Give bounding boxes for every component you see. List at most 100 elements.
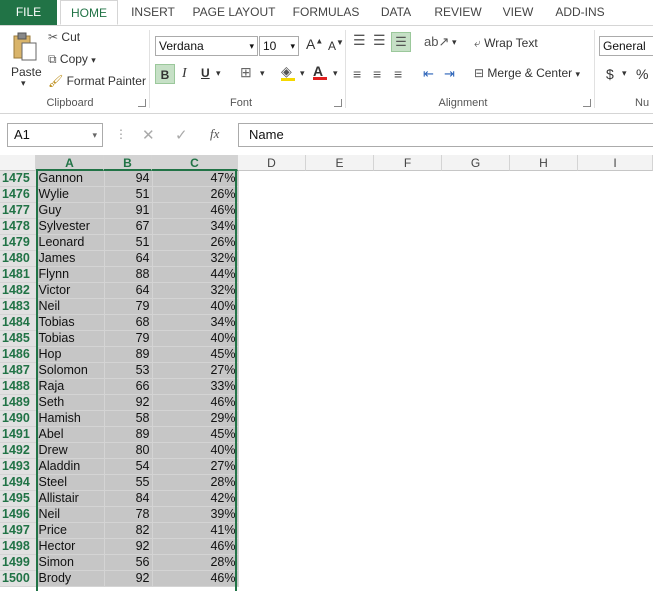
cell-name[interactable]: Drew [36, 442, 105, 459]
alignment-launcher-icon[interactable] [583, 99, 591, 107]
row-header[interactable]: 1480 [0, 250, 37, 267]
cell-name[interactable]: Allistair [36, 490, 105, 507]
column-header-g[interactable]: G [442, 155, 510, 171]
cell-percent[interactable]: 33% [152, 378, 239, 395]
cell-percent[interactable]: 27% [152, 362, 239, 379]
row-header[interactable]: 1491 [0, 426, 37, 443]
row-header[interactable]: 1498 [0, 538, 37, 555]
cell-percent[interactable]: 28% [152, 554, 239, 571]
cell-score[interactable]: 78 [104, 506, 153, 523]
font-name-select[interactable]: Verdana ▾ [155, 36, 258, 56]
cell-name[interactable]: Brody [36, 570, 105, 587]
format-painter-button[interactable]: 🖌 Format Painter [48, 74, 146, 88]
currency-button[interactable]: $ [606, 66, 614, 82]
cell-percent[interactable]: 42% [152, 490, 239, 507]
column-header-i[interactable]: I [578, 155, 653, 171]
cell-percent[interactable]: 41% [152, 522, 239, 539]
row-header[interactable]: 1481 [0, 266, 37, 283]
cell-name[interactable]: Seth [36, 394, 105, 411]
row-header[interactable]: 1497 [0, 522, 37, 539]
cell-name[interactable]: Raja [36, 378, 105, 395]
cell-percent[interactable]: 45% [152, 346, 239, 363]
decrease-font-size-icon[interactable]: A▼ [328, 38, 344, 53]
tab-formulas[interactable]: FORMULAS [290, 0, 362, 25]
increase-font-size-icon[interactable]: A▲ [306, 36, 323, 52]
column-header-b[interactable]: B [104, 155, 152, 171]
increase-indent-icon[interactable]: ⇥ [444, 66, 455, 82]
tab-home[interactable]: HOME [60, 0, 118, 25]
cell-score[interactable]: 92 [104, 394, 153, 411]
cell-percent[interactable]: 27% [152, 458, 239, 475]
cell-score[interactable]: 53 [104, 362, 153, 379]
chevron-down-icon[interactable]: ▾ [300, 68, 305, 79]
cell-score[interactable]: 56 [104, 554, 153, 571]
row-header[interactable]: 1488 [0, 378, 37, 395]
orientation-icon[interactable]: ab↗ [424, 34, 449, 50]
number-format-select[interactable]: General [599, 36, 653, 56]
tab-add-ins[interactable]: ADD-INS [548, 0, 612, 25]
cell-score[interactable]: 66 [104, 378, 153, 395]
borders-icon[interactable]: ⊞ [240, 64, 252, 81]
cell-name[interactable]: Aladdin [36, 458, 105, 475]
cell-score[interactable]: 51 [104, 234, 153, 251]
cell-percent[interactable]: 46% [152, 538, 239, 555]
name-box[interactable]: A1 ▾ [7, 123, 103, 147]
column-header-e[interactable]: E [306, 155, 374, 171]
column-header-a[interactable]: A [36, 155, 104, 171]
cell-score[interactable]: 80 [104, 442, 153, 459]
chevron-down-icon[interactable]: ▾ [216, 68, 221, 79]
row-header[interactable]: 1483 [0, 298, 37, 315]
cell-percent[interactable]: 44% [152, 266, 239, 283]
cell-score[interactable]: 84 [104, 490, 153, 507]
chevron-down-icon[interactable]: ▾ [333, 68, 338, 79]
align-center-icon[interactable]: ≡ [373, 66, 381, 82]
row-header[interactable]: 1484 [0, 314, 37, 331]
cell-percent[interactable]: 26% [152, 186, 239, 203]
cell-score[interactable]: 55 [104, 474, 153, 491]
row-header[interactable]: 1496 [0, 506, 37, 523]
underline-button[interactable]: U [201, 66, 210, 80]
cell-percent[interactable]: 26% [152, 234, 239, 251]
column-header-d[interactable]: D [238, 155, 306, 171]
align-left-icon[interactable]: ≡ [353, 66, 361, 82]
cell-score[interactable]: 92 [104, 570, 153, 587]
column-header-c[interactable]: C [152, 155, 238, 171]
bottom-align-icon[interactable]: ☰ [391, 32, 411, 52]
chevron-down-icon[interactable]: ▾ [622, 68, 627, 79]
cell-score[interactable]: 54 [104, 458, 153, 475]
row-header[interactable]: 1485 [0, 330, 37, 347]
cell-percent[interactable]: 45% [152, 426, 239, 443]
cell-percent[interactable]: 40% [152, 298, 239, 315]
tab-review[interactable]: REVIEW [430, 0, 486, 25]
cell-score[interactable]: 64 [104, 282, 153, 299]
cell-name[interactable]: Abel [36, 426, 105, 443]
cut-button[interactable]: ✂ Cut [48, 30, 80, 44]
tab-data[interactable]: DATA [373, 0, 419, 25]
cell-score[interactable]: 92 [104, 538, 153, 555]
cell-score[interactable]: 94 [104, 171, 153, 187]
cell-name[interactable]: Wylie [36, 186, 105, 203]
paste-dropdown-icon[interactable]: ▾ [21, 78, 26, 89]
cell-percent[interactable]: 46% [152, 202, 239, 219]
cell-score[interactable]: 64 [104, 250, 153, 267]
cell-score[interactable]: 88 [104, 266, 153, 283]
font-launcher-icon[interactable] [334, 99, 342, 107]
worksheet-grid[interactable]: A B C D E F G H I 1475 Gannon 94 47% 1476 Wyl… [0, 155, 653, 591]
cell-score[interactable]: 58 [104, 410, 153, 427]
chevron-down-icon[interactable]: ▾ [91, 55, 96, 65]
cell-percent[interactable]: 28% [152, 474, 239, 491]
copy-button[interactable]: ⧉ Copy ▾ [48, 52, 96, 67]
column-header-h[interactable]: H [510, 155, 578, 171]
tab-file[interactable]: FILE [0, 0, 57, 25]
row-header[interactable]: 1490 [0, 410, 37, 427]
cancel-icon[interactable]: ✕ [142, 126, 155, 144]
row-header[interactable]: 1476 [0, 186, 37, 203]
cell-name[interactable]: Sylvester [36, 218, 105, 235]
enter-check-icon[interactable]: ✓ [175, 126, 188, 144]
font-size-select[interactable]: 10 ▾ [259, 36, 299, 56]
cell-name[interactable]: Guy [36, 202, 105, 219]
chevron-down-icon[interactable]: ▾ [452, 37, 457, 48]
cell-score[interactable]: 79 [104, 298, 153, 315]
tab-view[interactable]: VIEW [497, 0, 539, 25]
row-header[interactable]: 1493 [0, 458, 37, 475]
